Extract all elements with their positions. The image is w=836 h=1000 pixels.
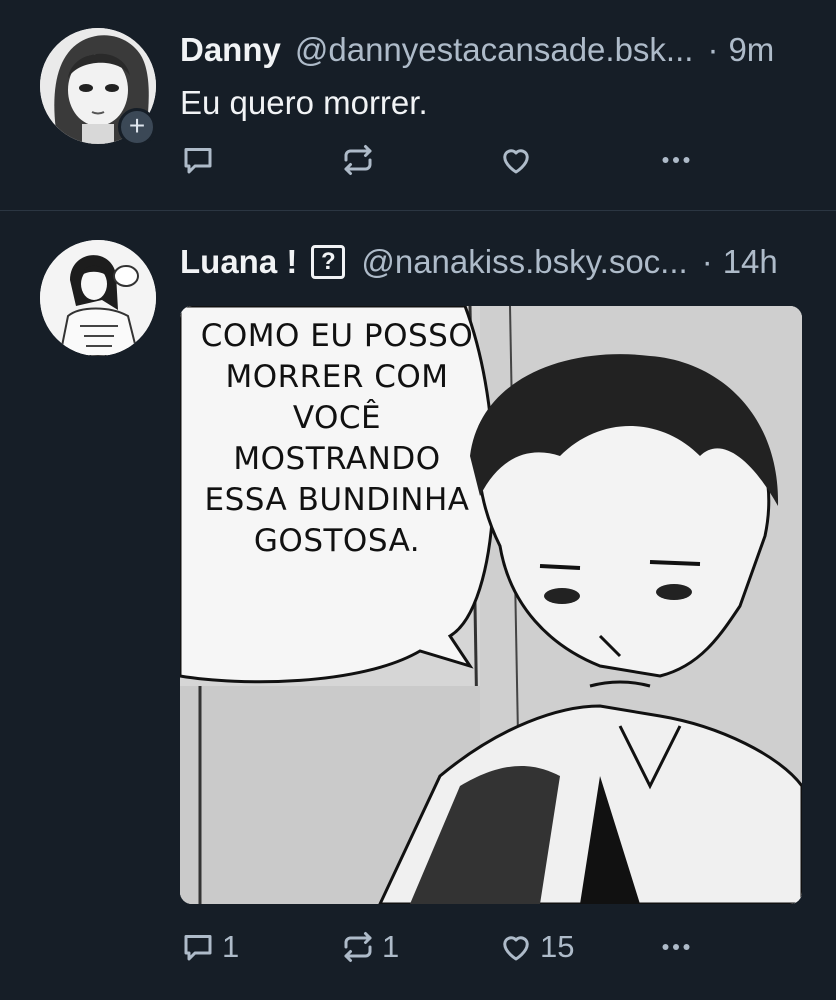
separator-dot: · (707, 31, 719, 68)
more-options-button[interactable] (658, 927, 694, 967)
reply-count: 1 (222, 929, 240, 964)
repost-button[interactable] (340, 140, 382, 180)
post-header: Luana ! ? @nanakiss.bsky.soc... · 14h (180, 240, 802, 284)
separator-dot: · (701, 243, 713, 280)
repost-button[interactable]: 1 (340, 927, 399, 967)
more-icon (662, 944, 690, 950)
post-header: Danny @dannyestacansade.bsk... · 9m (180, 28, 802, 72)
reply-icon (184, 935, 212, 961)
follow-plus-icon[interactable]: + (118, 108, 156, 146)
reply-button[interactable] (180, 140, 222, 180)
reply-icon (184, 148, 212, 174)
speech-bubble-text: COMO EU POSSO MORRER COM VOCÊ MOSTRANDO … (200, 318, 474, 559)
repost-count: 1 (382, 929, 400, 964)
like-icon (503, 149, 529, 174)
reply-button[interactable]: 1 (180, 927, 239, 967)
repost-icon (344, 145, 372, 175)
handle[interactable]: @nanakiss.bsky.soc... (361, 243, 687, 281)
post[interactable]: Luana ! ? @nanakiss.bsky.soc... · 14h CO… (0, 211, 836, 1000)
display-name[interactable]: Luana ! (180, 243, 297, 281)
post-actions (180, 140, 700, 180)
post-image[interactable]: COMO EU POSSO MORRER COM VOCÊ MOSTRANDO … (180, 306, 802, 904)
handle[interactable]: @dannyestacansade.bsk... (295, 31, 694, 69)
timestamp[interactable]: 14h (723, 243, 778, 281)
like-count: 15 (540, 929, 575, 964)
post-actions: 1 1 15 (180, 927, 700, 967)
like-button[interactable] (498, 140, 540, 180)
display-name[interactable]: Danny (180, 31, 281, 69)
question-badge-icon: ? (311, 245, 346, 279)
timestamp[interactable]: 9m (728, 31, 774, 69)
post-text: Eu quero morrer. (180, 84, 428, 121)
more-options-button[interactable] (658, 140, 694, 180)
avatar[interactable] (40, 240, 156, 356)
more-icon (662, 157, 690, 163)
like-icon (503, 936, 529, 961)
repost-icon (344, 932, 372, 962)
post[interactable]: + Danny @dannyestacansade.bsk... · 9m Eu… (0, 0, 836, 211)
like-button[interactable]: 15 (498, 927, 574, 967)
avatar-illustration (40, 240, 156, 356)
